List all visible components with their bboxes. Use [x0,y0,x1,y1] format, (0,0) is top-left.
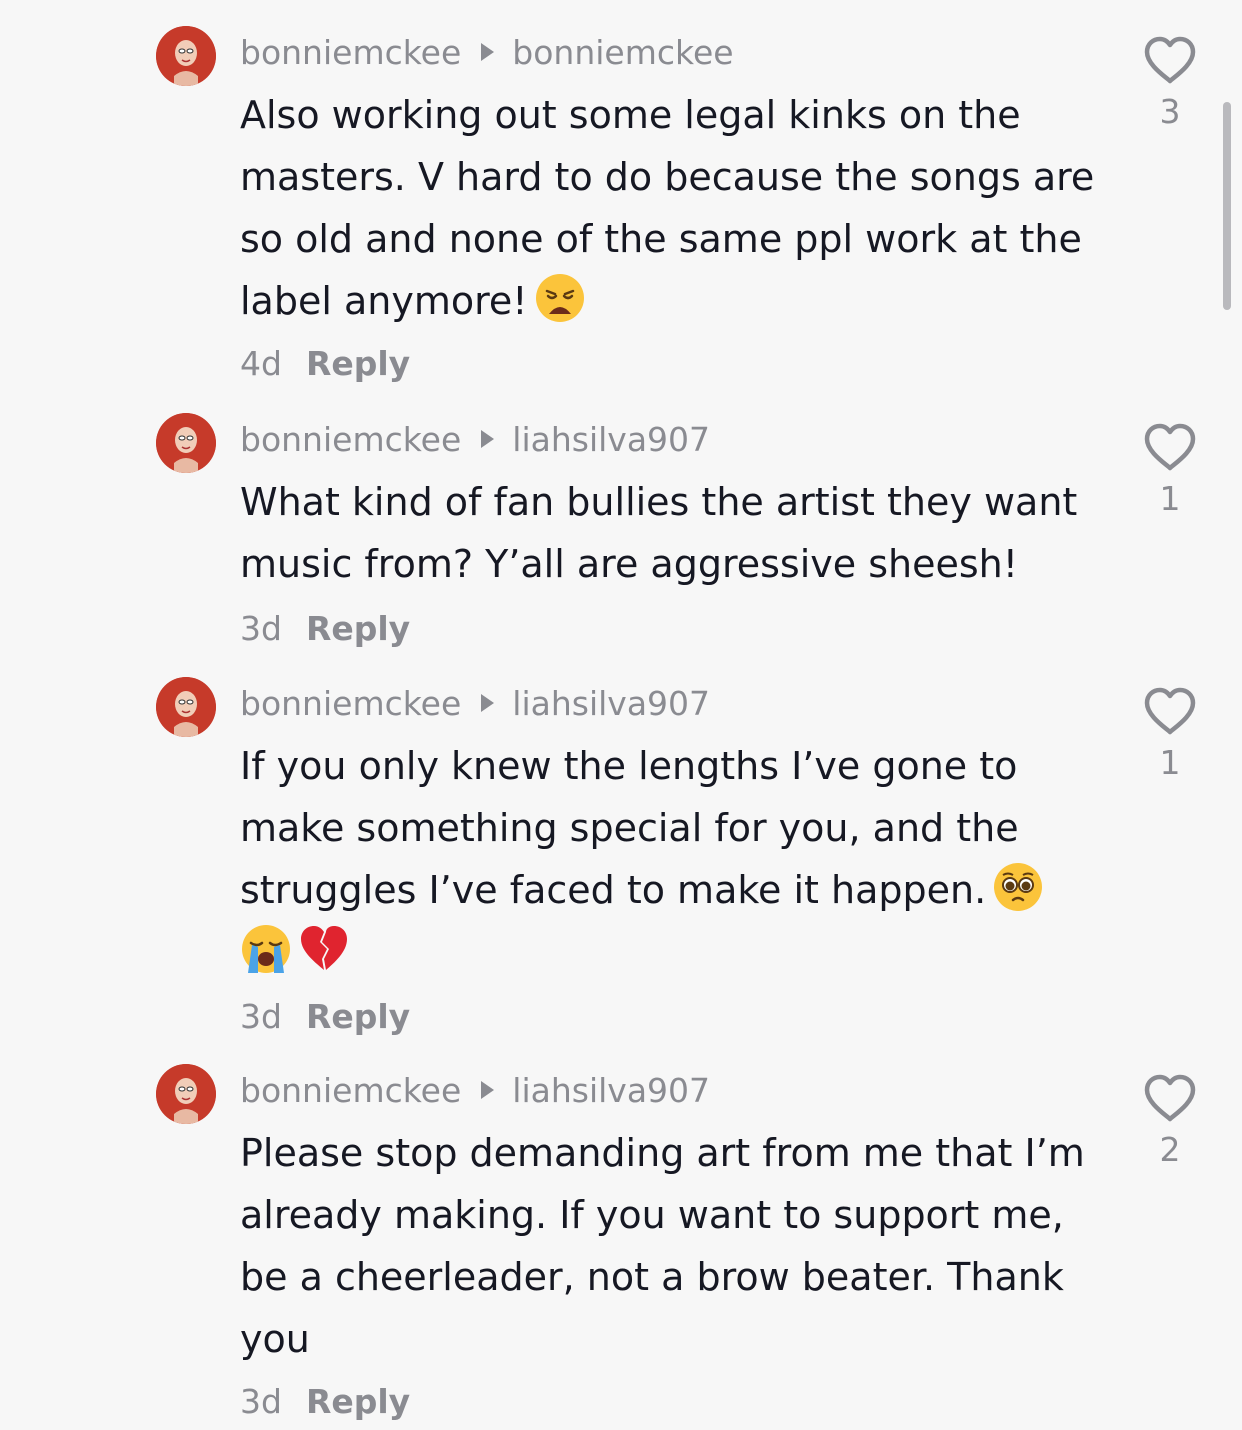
reply-button[interactable]: Reply [306,609,410,648]
avatar-portrait-icon [156,1064,216,1124]
heart-outline-icon[interactable] [1143,687,1197,737]
avatar-portrait-icon [156,413,216,473]
avatar-portrait-icon [156,677,216,737]
comment-time: 3d [240,997,282,1036]
comment-time: 4d [240,344,282,383]
triangle-right-icon [481,43,495,61]
comment-meta: bonniemckee liahsilva907 [240,417,710,461]
scrollbar[interactable] [1223,102,1231,310]
like-button[interactable]: 1 [1142,423,1198,518]
reply-to-name[interactable]: liahsilva907 [512,420,710,459]
comment-thread: bonniemckee bonniemckee Also working out… [0,0,1242,1430]
author-name[interactable]: bonniemckee [240,420,461,459]
comment-time: 3d [240,609,282,648]
comment-footer: 4d Reply [240,344,410,383]
reply-button[interactable]: Reply [306,344,410,383]
like-button[interactable]: 1 [1142,687,1198,782]
triangle-right-icon [481,1081,495,1099]
heart-outline-icon[interactable] [1143,36,1197,86]
avatar[interactable] [156,26,216,86]
triangle-right-icon [481,694,495,712]
avatar[interactable] [156,1064,216,1124]
avatar[interactable] [156,413,216,473]
comment-text: Please stop demanding art from me that I… [240,1122,1110,1370]
like-button[interactable]: 2 [1142,1074,1198,1169]
like-button[interactable]: 3 [1142,36,1198,131]
comment-meta: bonniemckee liahsilva907 [240,681,710,725]
avatar-portrait-icon [156,26,216,86]
like-count: 1 [1159,743,1181,782]
reply-button[interactable]: Reply [306,997,410,1036]
comment-meta: bonniemckee bonniemckee [240,30,734,74]
like-count: 2 [1159,1130,1181,1169]
comment-text: If you only knew the lengths I’ve gone t… [240,735,1110,983]
comment-footer: 3d Reply [240,609,410,648]
comment-text: What kind of fan bullies the artist they… [240,471,1110,595]
author-name[interactable]: bonniemckee [240,33,461,72]
broken-heart-emoji [301,926,347,970]
avatar[interactable] [156,677,216,737]
comment-time: 3d [240,1382,282,1421]
comment-text-body: If you only knew the lengths I’ve gone t… [240,744,1019,912]
author-name[interactable]: bonniemckee [240,684,461,723]
triangle-right-icon [481,430,495,448]
comment-meta: bonniemckee liahsilva907 [240,1068,710,1112]
like-count: 1 [1159,479,1181,518]
comment-text: Also working out some legal kinks on the… [240,84,1110,332]
author-name[interactable]: bonniemckee [240,1071,461,1110]
like-count: 3 [1159,92,1181,131]
heart-outline-icon[interactable] [1143,423,1197,473]
reply-to-name[interactable]: liahsilva907 [512,1071,710,1110]
reply-to-name[interactable]: liahsilva907 [512,684,710,723]
comment-text-body: Please stop demanding art from me that I… [240,1131,1085,1361]
comment-text-body: What kind of fan bullies the artist they… [240,480,1078,586]
comment-footer: 3d Reply [240,1382,410,1421]
heart-outline-icon[interactable] [1143,1074,1197,1124]
reply-button[interactable]: Reply [306,1382,410,1421]
pleading-face-emoji [994,863,1043,911]
weary-face-emoji [535,274,584,322]
comment-footer: 3d Reply [240,997,410,1036]
reply-to-name[interactable]: bonniemckee [512,33,733,72]
loudly-crying-face-emoji [242,925,290,973]
comment-text-body: Also working out some legal kinks on the… [240,93,1095,323]
